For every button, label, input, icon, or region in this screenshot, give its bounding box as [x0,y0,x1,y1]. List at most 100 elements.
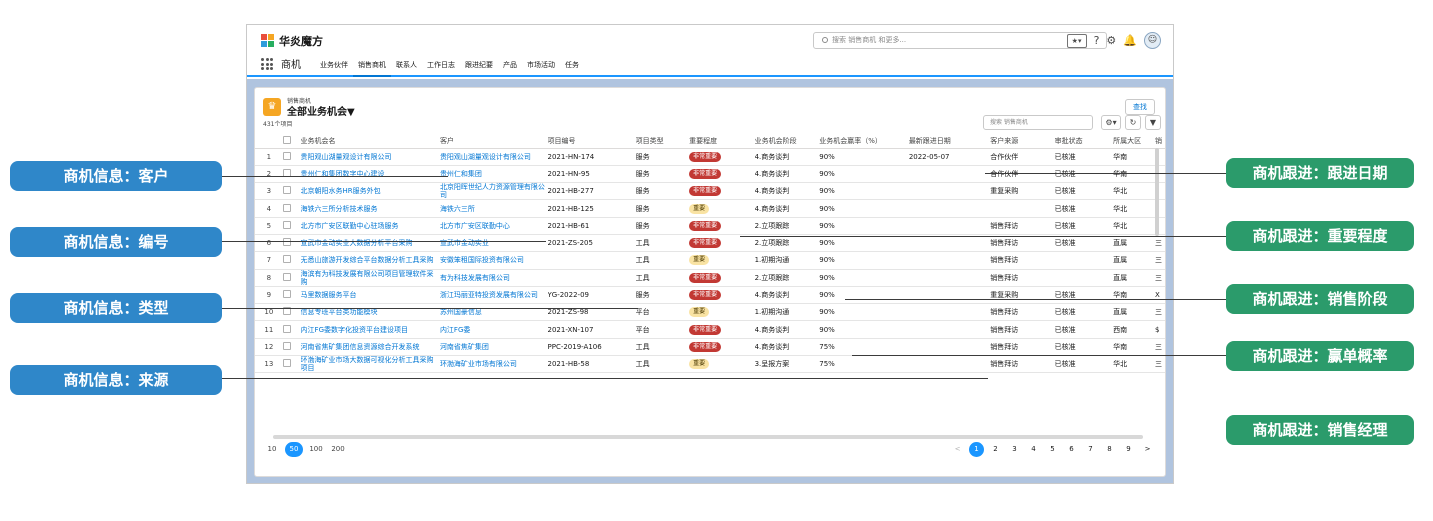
opportunity-name-link[interactable]: 宣武市金动实业大数据分析平台采购 [300,234,440,253]
table-row[interactable]: 12 河南省焦矿集团信息资源综合开发系统 河南省焦矿集团 PPC-2019-A106 工… [255,338,1165,357]
opportunity-name-link[interactable]: 河南省焦矿集团信息资源综合开发系统 [300,338,440,357]
customer-link[interactable]: 北京阳晖世纪人力资源管理有限公司 [439,182,548,201]
column-header[interactable]: 所属大区 [1113,134,1155,149]
waffle-icon[interactable] [261,58,273,70]
nav-tab[interactable]: 联系人 [391,60,422,75]
column-header[interactable]: 业务机会名 [300,134,440,149]
page-number[interactable]: 6 [1064,442,1079,457]
column-header[interactable]: 业务机会赢率（%） [819,134,909,149]
page-number[interactable]: 5 [1045,442,1060,457]
table-row[interactable]: 9 马里数据服务平台 浙江玛丽亚特投资发展有限公司 YG-2022-09 服务 非常重要 4… [255,286,1165,305]
find-button[interactable]: 查找 [1125,99,1155,115]
nav-tab[interactable]: 市场活动 [522,60,560,75]
settings-icon[interactable]: ⚙▾ [1101,115,1121,130]
customer-link[interactable]: 北方市广安区联勤中心 [439,217,548,235]
customer-link[interactable]: 安徽笨租国际投资有限公司 [439,251,548,270]
page-number[interactable]: 8 [1102,442,1117,457]
opportunity-name-link[interactable]: 北京朝阳水务HR服务外包 [300,182,440,201]
favorites-icon[interactable]: ★▾ [1066,33,1087,48]
page-size-option[interactable]: 200 [329,442,347,457]
filter-icon[interactable]: ▼ [1145,115,1161,130]
page-number[interactable]: 9 [1121,442,1136,457]
notification-bell-icon[interactable]: 🔔 [1123,34,1137,47]
page-number[interactable]: 4 [1026,442,1041,457]
table-row[interactable]: 10 信息专班平台类功能模块 苏州国豪信息 2021-ZS-98 平台 重要 1.初期沟通 9… [255,303,1165,322]
column-header[interactable]: 项目类型 [635,134,690,149]
customer-link[interactable]: 河南省焦矿集团 [439,338,548,357]
page-size-option[interactable]: 100 [307,442,325,457]
customer-link[interactable]: 贵州仁和集团 [439,165,548,184]
customer-link[interactable]: 宣武市金动实业 [439,234,548,253]
row-checkbox[interactable] [282,186,291,195]
column-header[interactable]: 客户来源 [990,134,1055,149]
table-row[interactable]: 7 无悉山旅游开发综合平台数据分析工具采购 安徽笨租国际投资有限公司 工具 重要 1.初期… [255,251,1165,270]
prev-page-button[interactable]: < [950,442,965,457]
list-search-input[interactable]: 搜索 销售商机 [983,115,1093,130]
table-row[interactable]: 5 北方市广安区联勤中心驻场服务 北方市广安区联勤中心 2021-HB-61 服务 非常重… [255,217,1165,235]
customer-link[interactable]: 贵阳观山湖量观设计有限公司 [439,148,548,166]
opportunity-name-link[interactable]: 内江FG委数字化投资平台建设项目 [300,320,440,339]
opportunity-name-link[interactable]: 环渤海矿业市场大数据可视化分析工具采购项目 [300,355,440,374]
opportunity-name-link[interactable]: 海铁六三所分析技术服务 [300,199,440,218]
table-row[interactable]: 13 环渤海矿业市场大数据可视化分析工具采购项目 环渤海矿业市场有限公司 2021-H… [255,355,1165,374]
select-all-checkbox[interactable] [282,135,291,144]
customer-link[interactable]: 海铁六三所 [439,199,548,218]
list-view-picker[interactable]: 全部业务机会▼ [287,103,355,118]
page-number[interactable]: 7 [1083,442,1098,457]
row-checkbox[interactable] [282,290,291,299]
nav-tab[interactable]: 任务 [560,60,584,75]
setup-gear-icon[interactable]: ⚙ [1106,34,1116,47]
row-checkbox[interactable] [282,238,291,247]
opportunity-name-link[interactable]: 马里数据服务平台 [300,286,440,305]
nav-tab[interactable]: 业务伙伴 [315,60,353,75]
row-checkbox[interactable] [282,324,291,333]
nav-tab[interactable]: 工作日志 [422,60,460,75]
help-icon[interactable]: ? [1094,34,1100,47]
column-header[interactable]: 最新跟进日期 [908,134,991,149]
customer-link[interactable]: 内江FG委 [439,320,548,339]
table-row[interactable]: 11 内江FG委数字化投资平台建设项目 内江FG委 2021-XN-107 平台 非常重要… [255,320,1165,339]
customer-link[interactable]: 环渤海矿业市场有限公司 [439,355,548,374]
page-size-option[interactable]: 50 [285,442,303,457]
opportunity-name-link[interactable]: 贵州仁和集团数字中心建设 [300,165,440,184]
customer-link[interactable]: 有为科技发展有限公司 [439,269,548,287]
column-header[interactable]: 审批状态 [1054,134,1114,149]
row-checkbox[interactable] [282,255,291,264]
next-page-button[interactable]: > [1140,442,1155,457]
opportunity-name-link[interactable]: 北方市广安区联勤中心驻场服务 [300,217,440,235]
opportunity-name-link[interactable]: 信息专班平台类功能模块 [300,303,440,322]
table-row[interactable]: 4 海铁六三所分析技术服务 海铁六三所 2021-HB-125 服务 重要 4.商务谈判 90… [255,199,1165,218]
row-checkbox[interactable] [282,220,291,229]
page-number[interactable]: 2 [988,442,1003,457]
horizontal-scrollbar[interactable] [273,435,1143,439]
table-row[interactable]: 1 贵阳观山湖量观设计有限公司 贵阳观山湖量观设计有限公司 2021-HN-174 服务… [255,148,1165,166]
row-checkbox[interactable] [282,151,291,160]
row-checkbox[interactable] [282,203,291,212]
vertical-scrollbar[interactable] [1155,148,1159,236]
column-header[interactable]: 销 [1154,134,1165,149]
opportunity-name-link[interactable]: 无悉山旅游开发综合平台数据分析工具采购 [300,251,440,270]
column-header[interactable]: 客户 [439,134,548,149]
row-checkbox[interactable] [282,341,291,350]
global-search-input[interactable]: 搜索 销售商机 和更多... [813,32,1107,49]
nav-tab[interactable]: 产品 [498,60,522,75]
opportunity-name-link[interactable]: 海滨有为科技发展有限公司项目管理软件采购 [300,269,440,287]
column-header[interactable]: 业务机会阶段 [754,134,820,149]
page-number[interactable]: 1 [969,442,984,457]
table-row[interactable]: 3 北京朝阳水务HR服务外包 北京阳晖世纪人力资源管理有限公司 2021-HB-277… [255,182,1165,201]
page-number[interactable]: 3 [1007,442,1022,457]
nav-tab-active[interactable]: 销售商机 [353,60,391,77]
avatar[interactable]: ☺ [1144,32,1161,49]
customer-link[interactable]: 浙江玛丽亚特投资发展有限公司 [439,286,548,305]
refresh-icon[interactable]: ↻ [1125,115,1141,130]
opportunity-name-link[interactable]: 贵阳观山湖量观设计有限公司 [300,148,440,166]
table-row[interactable]: 6 宣武市金动实业大数据分析平台采购 宣武市金动实业 2021-ZS-205 工具 非常重… [255,234,1165,253]
table-row[interactable]: 8 海滨有为科技发展有限公司项目管理软件采购 有为科技发展有限公司 工具 非常重要 2.立… [255,269,1165,287]
page-size-option[interactable]: 10 [263,442,281,457]
customer-link[interactable]: 苏州国豪信息 [439,303,548,322]
row-checkbox[interactable] [282,272,291,281]
row-checkbox[interactable] [282,359,291,368]
column-header[interactable]: 项目编号 [547,134,636,149]
nav-tab[interactable]: 跟进纪要 [460,60,498,75]
column-header[interactable]: 重要程度 [689,134,755,149]
